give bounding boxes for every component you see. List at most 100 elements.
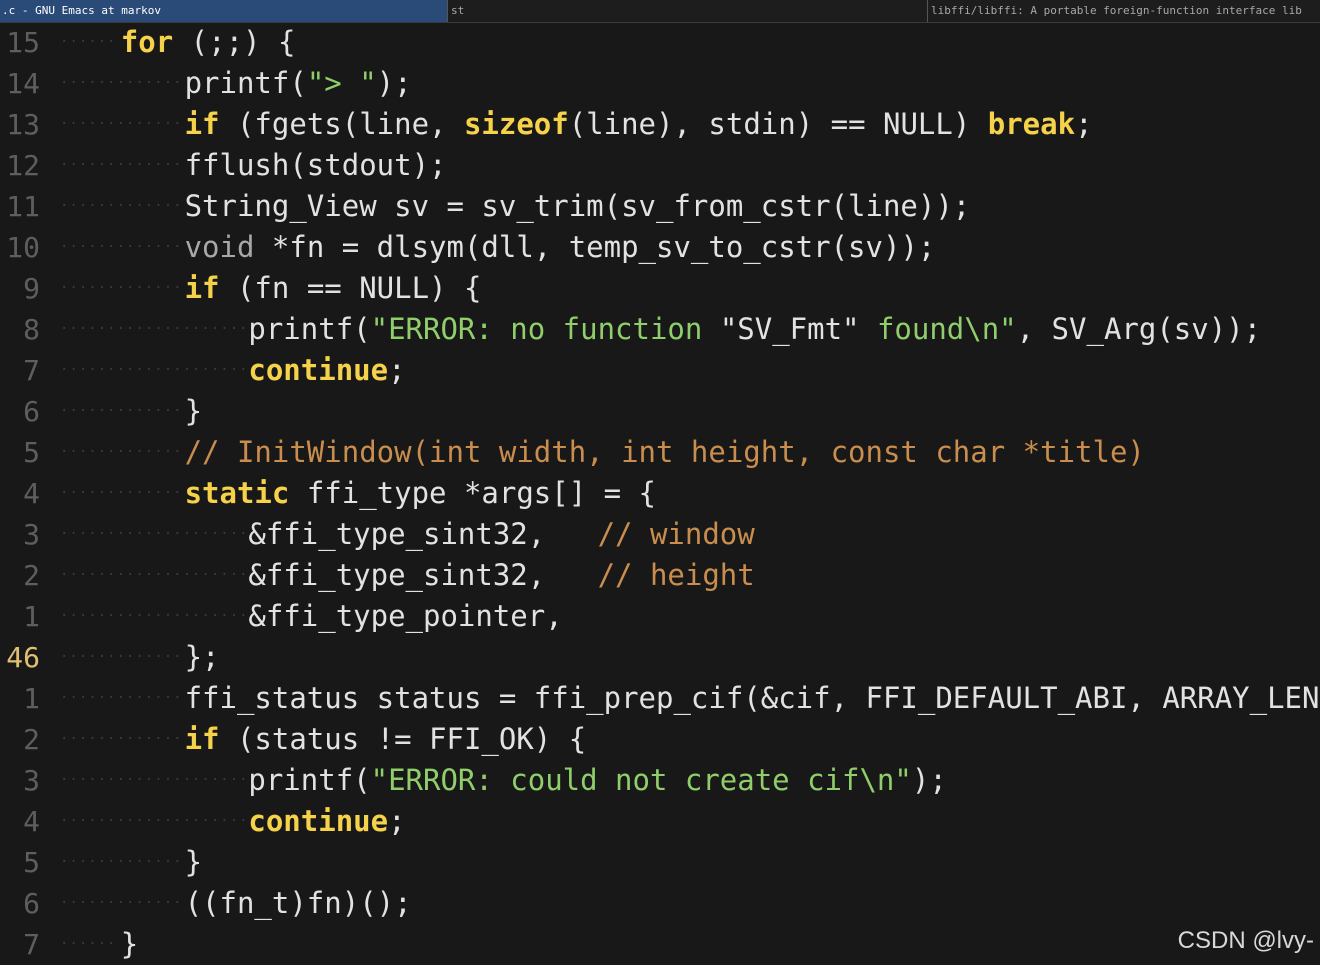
code-line[interactable]: 11 ············· String_View sv = sv_trim(…: [0, 186, 1320, 227]
code-token: (fgets(line,: [219, 107, 464, 141]
code-line[interactable]: 12 ············· fflush(stdout);: [0, 145, 1320, 186]
code-text: &ffi_type_pointer,: [248, 596, 562, 637]
code-line[interactable]: 2 ············· if (status != FFI_OK) {: [0, 719, 1320, 760]
indent-guide: ·············: [60, 75, 183, 91]
code-token: (;;) {: [173, 25, 296, 59]
terminal-window-tab[interactable]: st: [447, 0, 927, 22]
line-number: 14: [6, 67, 40, 100]
line-number: 9: [23, 272, 40, 305]
indent-guide: ····················: [60, 526, 247, 542]
line-number: 13: [6, 108, 40, 141]
keyword-token: continue: [248, 804, 389, 838]
code-text: ((fn_t)fn)();: [185, 883, 412, 924]
string-token: "ERROR: could not create cif\n": [370, 763, 912, 797]
code-text: // InitWindow(int width, int height, con…: [185, 432, 1145, 473]
string-token: "ERROR: no function: [370, 312, 720, 346]
code-line[interactable]: 13 ············· if (fgets(line, sizeof(li…: [0, 104, 1320, 145]
code-token: printf(: [248, 763, 371, 797]
indent-guide: ·············: [60, 280, 183, 296]
code-line[interactable]: 5 ·············}: [0, 842, 1320, 883]
line-number: 1: [23, 600, 40, 633]
line-number: 3: [23, 518, 40, 551]
indent-guide: ·············: [60, 116, 183, 132]
code-token: }: [184, 394, 203, 428]
line-number: 12: [6, 149, 40, 182]
keyword-token: continue: [248, 353, 389, 387]
line-number: 5: [23, 436, 40, 469]
line-number: 2: [23, 559, 40, 592]
code-line[interactable]: 8 ···················· printf("ERROR: no f…: [0, 309, 1320, 350]
code-text: }: [121, 924, 138, 965]
code-line[interactable]: 15 ······ for (;;) {: [0, 22, 1320, 63]
code-text: printf("ERROR: no function "SV_Fmt" foun…: [248, 309, 1261, 350]
line-number: 4: [23, 805, 40, 838]
code-text: };: [185, 637, 220, 678]
string-token: found\n": [859, 312, 1017, 346]
code-line[interactable]: 46 ·············};: [0, 637, 1320, 678]
line-number: 2: [23, 723, 40, 756]
code-token: ffi_type *args[] = {: [289, 476, 657, 510]
code-line[interactable]: 1 ···················· &ffi_type_pointer,: [0, 596, 1320, 637]
code-line[interactable]: 7 ······}: [0, 924, 1320, 965]
indent-guide: ·············: [60, 690, 183, 706]
code-token: (status != FFI_OK) {: [219, 722, 587, 756]
indent-guide: ····················: [60, 321, 247, 337]
code-text: &ffi_type_sint32, // window: [248, 514, 754, 555]
code-line[interactable]: 6 ············· ((fn_t)fn)();: [0, 883, 1320, 924]
code-token: }: [184, 845, 203, 879]
code-token: &ffi_type_sint32,: [248, 517, 598, 551]
keyword-token: if: [184, 107, 220, 141]
line-number: 4: [23, 477, 40, 510]
code-line[interactable]: 6 ·············}: [0, 391, 1320, 432]
code-line[interactable]: 2 ···················· &ffi_type_sint32, /…: [0, 555, 1320, 596]
watermark: CSDN @lvy-: [1177, 927, 1314, 954]
code-line[interactable]: 9 ············· if (fn == NULL) {: [0, 268, 1320, 309]
code-line[interactable]: 1 ············· ffi_status status = ffi_pr…: [0, 678, 1320, 719]
line-number: 7: [23, 354, 40, 387]
indent-guide: ······: [60, 936, 117, 952]
code-line[interactable]: 7 ···················· continue;: [0, 350, 1320, 391]
line-number: 6: [23, 887, 40, 920]
indent-guide: ·············: [60, 157, 183, 173]
keyword-token: if: [184, 722, 220, 756]
line-number: 10: [6, 231, 40, 264]
code-text: if (fn == NULL) {: [185, 268, 482, 309]
code-line[interactable]: 4 ···················· continue;: [0, 801, 1320, 842]
code-text: continue;: [248, 350, 405, 391]
code-token: , SV_Arg(sv));: [1016, 312, 1262, 346]
indent-guide: ····················: [60, 772, 247, 788]
indent-guide: ·············: [60, 198, 183, 214]
keyword-token: for: [120, 25, 174, 59]
indent-guide: ·············: [60, 854, 183, 870]
code-line[interactable]: 14 ············· printf("> ");: [0, 63, 1320, 104]
code-text: }: [185, 842, 202, 883]
window-title-bar: .c - GNU Emacs at markov st libffi/libff…: [0, 0, 1320, 23]
code-token: &ffi_type_pointer,: [248, 599, 563, 633]
code-token: ;: [388, 804, 406, 838]
code-line[interactable]: 5 ·············// InitWindow(int width, i…: [0, 432, 1320, 473]
keyword-token: static: [184, 476, 290, 510]
indent-guide: ·············: [60, 239, 183, 255]
code-text: }: [185, 391, 202, 432]
indent-guide: ·············: [60, 403, 183, 419]
code-line[interactable]: 10 ············· void *fn = dlsym(dll, tem…: [0, 227, 1320, 268]
browser-window-tab[interactable]: libffi/libffi: A portable foreign-functi…: [927, 0, 1320, 22]
type-token: void: [184, 230, 255, 264]
keyword-token: if: [184, 271, 220, 305]
line-number: 15: [6, 26, 40, 59]
code-token: &ffi_type_sint32,: [248, 558, 598, 592]
code-line[interactable]: 3 ···················· printf("ERROR: coul…: [0, 760, 1320, 801]
code-text: String_View sv = sv_trim(sv_from_cstr(li…: [185, 186, 971, 227]
line-number: 3: [23, 764, 40, 797]
line-number: 8: [23, 313, 40, 346]
code-editor[interactable]: 15 ······ for (;;) {14 ············· printf(…: [0, 22, 1320, 963]
indent-guide: ·············: [60, 731, 183, 747]
code-token: };: [184, 640, 220, 674]
code-line[interactable]: 3 ···················· &ffi_type_sint32, /…: [0, 514, 1320, 555]
code-line[interactable]: 4 ············· static ffi_type *args[] = …: [0, 473, 1320, 514]
code-text: printf("ERROR: could not create cif\n");: [248, 760, 946, 801]
code-token: *fn = dlsym(dll, temp_sv_to_cstr(sv));: [254, 230, 936, 264]
emacs-window-tab[interactable]: .c - GNU Emacs at markov: [0, 0, 447, 22]
keyword-token: break: [987, 107, 1076, 141]
code-token: printf(: [248, 312, 371, 346]
